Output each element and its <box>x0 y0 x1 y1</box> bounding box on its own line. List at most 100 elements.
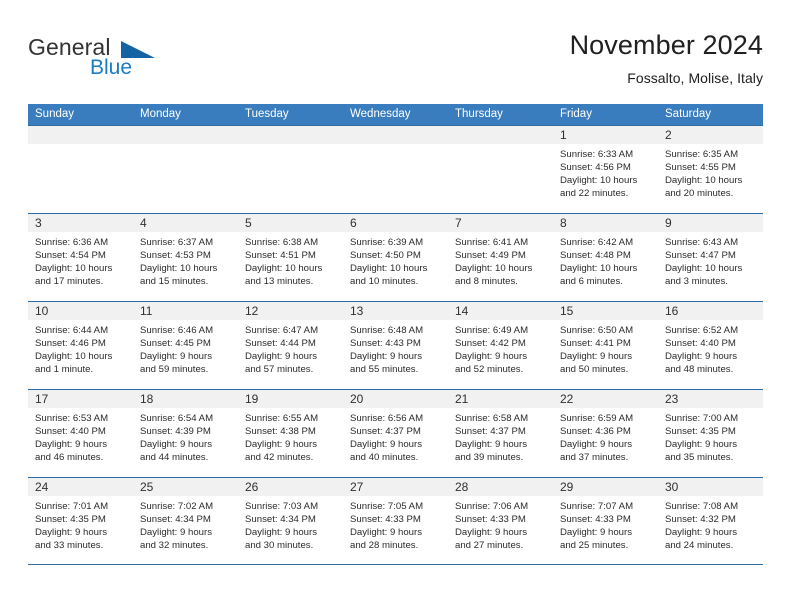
sunset-text: Sunset: 4:35 PM <box>665 426 736 437</box>
sunrise-text: Sunrise: 6:56 AM <box>350 413 424 424</box>
day-cell[interactable]: 4 Sunrise: 6:37 AM Sunset: 4:53 PM Dayli… <box>133 214 238 301</box>
day-cell[interactable]: 28 Sunrise: 7:06 AM Sunset: 4:33 PM Dayl… <box>448 478 553 564</box>
day-number: 29 <box>560 480 574 494</box>
sunrise-text: Sunrise: 6:43 AM <box>665 237 739 248</box>
day-cell[interactable]: 5 Sunrise: 6:38 AM Sunset: 4:51 PM Dayli… <box>238 214 343 301</box>
day-number-band: 12 <box>238 302 343 320</box>
day-number-band: 2 <box>658 126 763 144</box>
day-number-band: 7 <box>448 214 553 232</box>
weekday-saturday: Saturday <box>665 108 712 120</box>
day-cell[interactable]: 23 Sunrise: 7:00 AM Sunset: 4:35 PM Dayl… <box>658 390 763 477</box>
sunset-text: Sunset: 4:54 PM <box>35 250 106 261</box>
day-number-band <box>133 126 238 144</box>
sunset-text: Sunset: 4:46 PM <box>35 338 106 349</box>
sunrise-text: Sunrise: 6:50 AM <box>560 325 634 336</box>
day-cell[interactable]: 16 Sunrise: 6:52 AM Sunset: 4:40 PM Dayl… <box>658 302 763 389</box>
day-cell[interactable]: 14 Sunrise: 6:49 AM Sunset: 4:42 PM Dayl… <box>448 302 553 389</box>
day-info: Sunrise: 7:05 AM Sunset: 4:33 PM Dayligh… <box>343 496 448 552</box>
day-number-band <box>238 126 343 144</box>
day-info: Sunrise: 6:52 AM Sunset: 4:40 PM Dayligh… <box>658 320 763 376</box>
day-cell[interactable]: 22 Sunrise: 6:59 AM Sunset: 4:36 PM Dayl… <box>553 390 658 477</box>
day-cell[interactable]: 15 Sunrise: 6:50 AM Sunset: 4:41 PM Dayl… <box>553 302 658 389</box>
daylight-text-line1: Daylight: 9 hours <box>245 527 317 538</box>
day-cell[interactable]: 25 Sunrise: 7:02 AM Sunset: 4:34 PM Dayl… <box>133 478 238 564</box>
day-cell[interactable]: 8 Sunrise: 6:42 AM Sunset: 4:48 PM Dayli… <box>553 214 658 301</box>
day-cell[interactable]: 27 Sunrise: 7:05 AM Sunset: 4:33 PM Dayl… <box>343 478 448 564</box>
day-cell[interactable]: 13 Sunrise: 6:48 AM Sunset: 4:43 PM Dayl… <box>343 302 448 389</box>
day-info: Sunrise: 6:43 AM Sunset: 4:47 PM Dayligh… <box>658 232 763 288</box>
day-cell[interactable]: 10 Sunrise: 6:44 AM Sunset: 4:46 PM Dayl… <box>28 302 133 389</box>
sunrise-text: Sunrise: 6:41 AM <box>455 237 529 248</box>
day-cell[interactable]: 1 Sunrise: 6:33 AM Sunset: 4:56 PM Dayli… <box>553 126 658 213</box>
sunset-text: Sunset: 4:45 PM <box>140 338 211 349</box>
day-info: Sunrise: 6:53 AM Sunset: 4:40 PM Dayligh… <box>28 408 133 464</box>
day-number-band: 14 <box>448 302 553 320</box>
day-cell[interactable] <box>133 126 238 213</box>
day-number: 7 <box>455 216 462 230</box>
day-info: Sunrise: 6:33 AM Sunset: 4:56 PM Dayligh… <box>553 144 658 200</box>
day-number: 5 <box>245 216 252 230</box>
day-number-band: 1 <box>553 126 658 144</box>
daylight-text-line1: Daylight: 9 hours <box>350 351 422 362</box>
day-number: 1 <box>560 128 567 142</box>
day-cell[interactable]: 12 Sunrise: 6:47 AM Sunset: 4:44 PM Dayl… <box>238 302 343 389</box>
sunset-text: Sunset: 4:44 PM <box>245 338 316 349</box>
day-cell[interactable] <box>448 126 553 213</box>
daylight-text-line1: Daylight: 9 hours <box>245 351 317 362</box>
daylight-text-line2: and 24 minutes. <box>665 540 734 551</box>
sunset-text: Sunset: 4:37 PM <box>455 426 526 437</box>
calendar-grid: Sunday Monday Tuesday Wednesday Thursday… <box>28 104 763 565</box>
day-number-band: 3 <box>28 214 133 232</box>
day-cell[interactable]: 6 Sunrise: 6:39 AM Sunset: 4:50 PM Dayli… <box>343 214 448 301</box>
day-info: Sunrise: 6:36 AM Sunset: 4:54 PM Dayligh… <box>28 232 133 288</box>
day-cell[interactable]: 26 Sunrise: 7:03 AM Sunset: 4:34 PM Dayl… <box>238 478 343 564</box>
day-cell[interactable]: 11 Sunrise: 6:46 AM Sunset: 4:45 PM Dayl… <box>133 302 238 389</box>
day-info: Sunrise: 6:41 AM Sunset: 4:49 PM Dayligh… <box>448 232 553 288</box>
day-cell[interactable]: 20 Sunrise: 6:56 AM Sunset: 4:37 PM Dayl… <box>343 390 448 477</box>
day-cell[interactable]: 2 Sunrise: 6:35 AM Sunset: 4:55 PM Dayli… <box>658 126 763 213</box>
day-number-band: 22 <box>553 390 658 408</box>
day-number-band: 27 <box>343 478 448 496</box>
day-number: 26 <box>245 480 259 494</box>
sunrise-text: Sunrise: 6:48 AM <box>350 325 424 336</box>
day-cell[interactable]: 7 Sunrise: 6:41 AM Sunset: 4:49 PM Dayli… <box>448 214 553 301</box>
day-info: Sunrise: 6:42 AM Sunset: 4:48 PM Dayligh… <box>553 232 658 288</box>
sunrise-text: Sunrise: 6:38 AM <box>245 237 319 248</box>
day-cell[interactable]: 18 Sunrise: 6:54 AM Sunset: 4:39 PM Dayl… <box>133 390 238 477</box>
weekday-friday: Friday <box>560 108 592 120</box>
day-cell[interactable] <box>343 126 448 213</box>
daylight-text-line2: and 35 minutes. <box>665 452 734 463</box>
sunrise-text: Sunrise: 7:00 AM <box>665 413 739 424</box>
daylight-text-line2: and 6 minutes. <box>560 276 623 287</box>
day-cell[interactable]: 21 Sunrise: 6:58 AM Sunset: 4:37 PM Dayl… <box>448 390 553 477</box>
day-number: 3 <box>35 216 42 230</box>
day-cell[interactable]: 30 Sunrise: 7:08 AM Sunset: 4:32 PM Dayl… <box>658 478 763 564</box>
sunrise-text: Sunrise: 6:42 AM <box>560 237 634 248</box>
daylight-text-line1: Daylight: 10 hours <box>455 263 533 274</box>
sunset-text: Sunset: 4:42 PM <box>455 338 526 349</box>
day-cell[interactable]: 3 Sunrise: 6:36 AM Sunset: 4:54 PM Dayli… <box>28 214 133 301</box>
day-cell[interactable]: 24 Sunrise: 7:01 AM Sunset: 4:35 PM Dayl… <box>28 478 133 564</box>
week-row: 24 Sunrise: 7:01 AM Sunset: 4:35 PM Dayl… <box>28 477 763 565</box>
day-number: 15 <box>560 304 574 318</box>
week-row: 10 Sunrise: 6:44 AM Sunset: 4:46 PM Dayl… <box>28 301 763 389</box>
daylight-text-line2: and 1 minute. <box>35 364 94 375</box>
day-cell[interactable] <box>28 126 133 213</box>
day-info: Sunrise: 7:08 AM Sunset: 4:32 PM Dayligh… <box>658 496 763 552</box>
daylight-text-line2: and 15 minutes. <box>140 276 209 287</box>
sunset-text: Sunset: 4:33 PM <box>560 514 631 525</box>
daylight-text-line2: and 22 minutes. <box>560 188 629 199</box>
daylight-text-line2: and 20 minutes. <box>665 188 734 199</box>
day-cell[interactable]: 17 Sunrise: 6:53 AM Sunset: 4:40 PM Dayl… <box>28 390 133 477</box>
day-cell[interactable]: 9 Sunrise: 6:43 AM Sunset: 4:47 PM Dayli… <box>658 214 763 301</box>
daylight-text-line1: Daylight: 9 hours <box>140 439 212 450</box>
day-cell[interactable]: 19 Sunrise: 6:55 AM Sunset: 4:38 PM Dayl… <box>238 390 343 477</box>
day-cell[interactable] <box>238 126 343 213</box>
day-cell[interactable]: 29 Sunrise: 7:07 AM Sunset: 4:33 PM Dayl… <box>553 478 658 564</box>
sunset-text: Sunset: 4:47 PM <box>665 250 736 261</box>
daylight-text-line2: and 8 minutes. <box>455 276 518 287</box>
general-blue-logo[interactable]: General Blue <box>28 34 258 90</box>
day-number: 23 <box>665 392 679 406</box>
daylight-text-line2: and 3 minutes. <box>665 276 728 287</box>
day-number-band: 28 <box>448 478 553 496</box>
